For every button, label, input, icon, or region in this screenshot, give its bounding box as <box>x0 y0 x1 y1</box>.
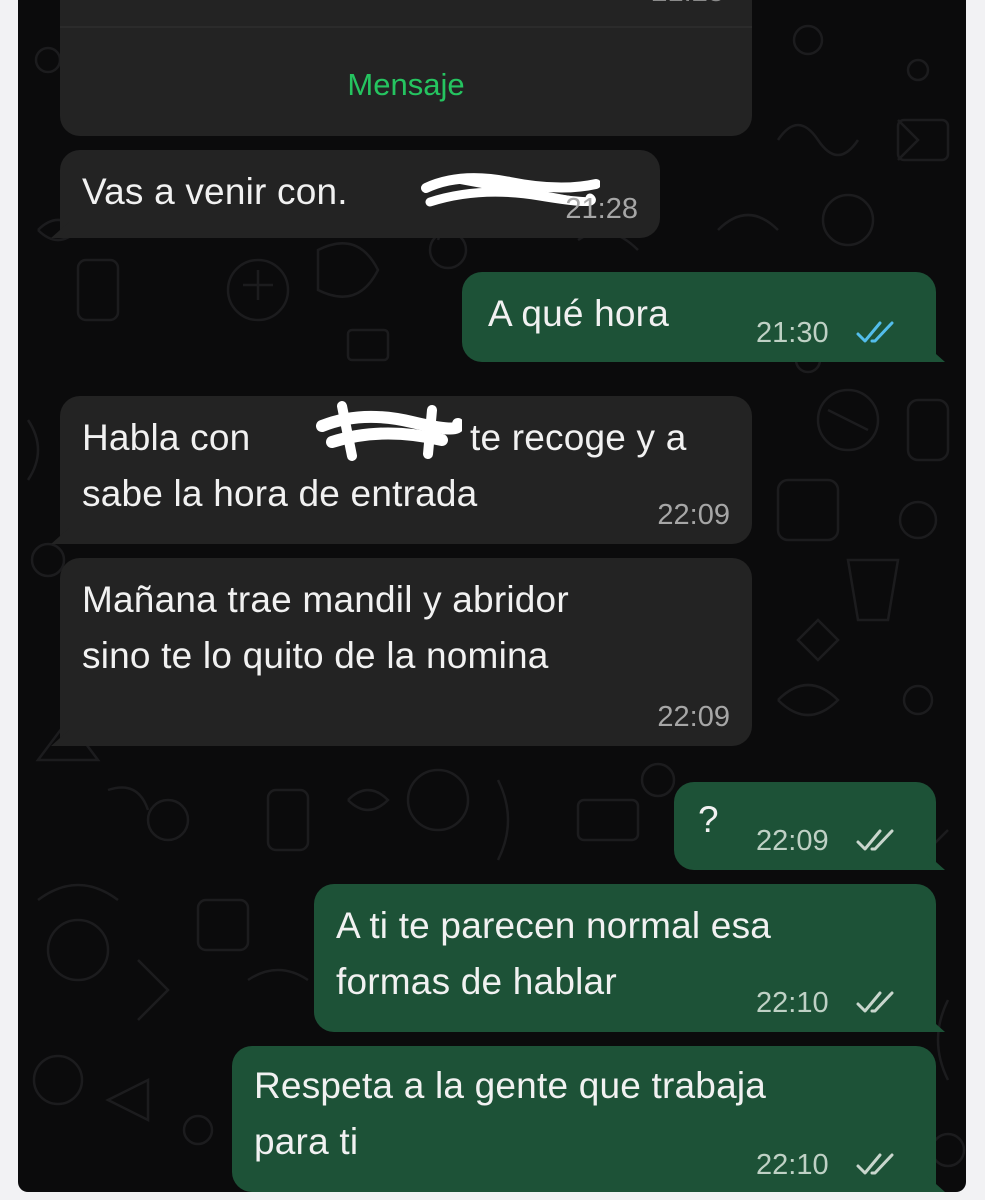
delivered-ticks-icon <box>856 1153 894 1175</box>
message-incoming-2[interactable]: Habla con te recoge y a sabe la hora de … <box>51 396 752 544</box>
message-time: 22:09 <box>657 701 730 733</box>
message-text-line-1: Mañana trae mandil y abridor <box>82 579 569 620</box>
message-time: 22:09 <box>657 499 730 531</box>
redaction-scribble <box>316 401 462 461</box>
message-text: ? <box>698 799 719 840</box>
message-time: 22:10 <box>756 1149 829 1181</box>
message-time: 21:28 <box>565 193 638 225</box>
message-text-line-2: formas de hablar <box>336 961 617 1002</box>
message-text: Vas a venir con. <box>82 171 348 212</box>
read-ticks-icon <box>856 321 894 343</box>
message-time: 22:09 <box>756 825 829 857</box>
message-outgoing-4[interactable]: Respeta a la gente que trabaja para ti 2… <box>232 1046 945 1192</box>
message-outgoing-3[interactable]: A ti te parecen normal esa formas de hab… <box>314 884 945 1032</box>
message-text-line-2: para ti <box>254 1121 359 1162</box>
top-card-time: 21:28 <box>651 0 724 9</box>
message-text-line-2: sabe la hora de entrada <box>82 473 478 514</box>
message-outgoing-1[interactable]: A qué hora 21:30 <box>462 272 945 362</box>
message-text-line-1b: te recoge y a <box>470 417 687 458</box>
delivered-ticks-icon <box>856 829 894 851</box>
message-text-line-2: sino te lo quito de la nomina <box>82 635 549 676</box>
top-message-card: 21:28 Mensaje <box>60 0 752 136</box>
message-link[interactable]: Mensaje <box>60 67 752 103</box>
delivered-ticks-icon <box>856 991 894 1013</box>
message-incoming-1[interactable]: Vas a venir con. 21:28 <box>51 150 660 238</box>
message-text-line-1a: Habla con <box>82 417 251 458</box>
message-outgoing-2[interactable]: ? 22:09 <box>674 782 945 870</box>
chat-screen: 21:28 Mensaje Vas a venir con. 21:28 A q… <box>18 0 966 1192</box>
message-time: 22:10 <box>756 987 829 1019</box>
message-text: A qué hora <box>488 293 669 334</box>
message-text-line-1: A ti te parecen normal esa <box>336 905 772 946</box>
message-text-line-1: Respeta a la gente que trabaja <box>254 1065 767 1106</box>
card-divider <box>60 26 752 28</box>
message-time: 21:30 <box>756 317 829 349</box>
message-incoming-3[interactable]: Mañana trae mandil y abridor sino te lo … <box>51 558 752 746</box>
